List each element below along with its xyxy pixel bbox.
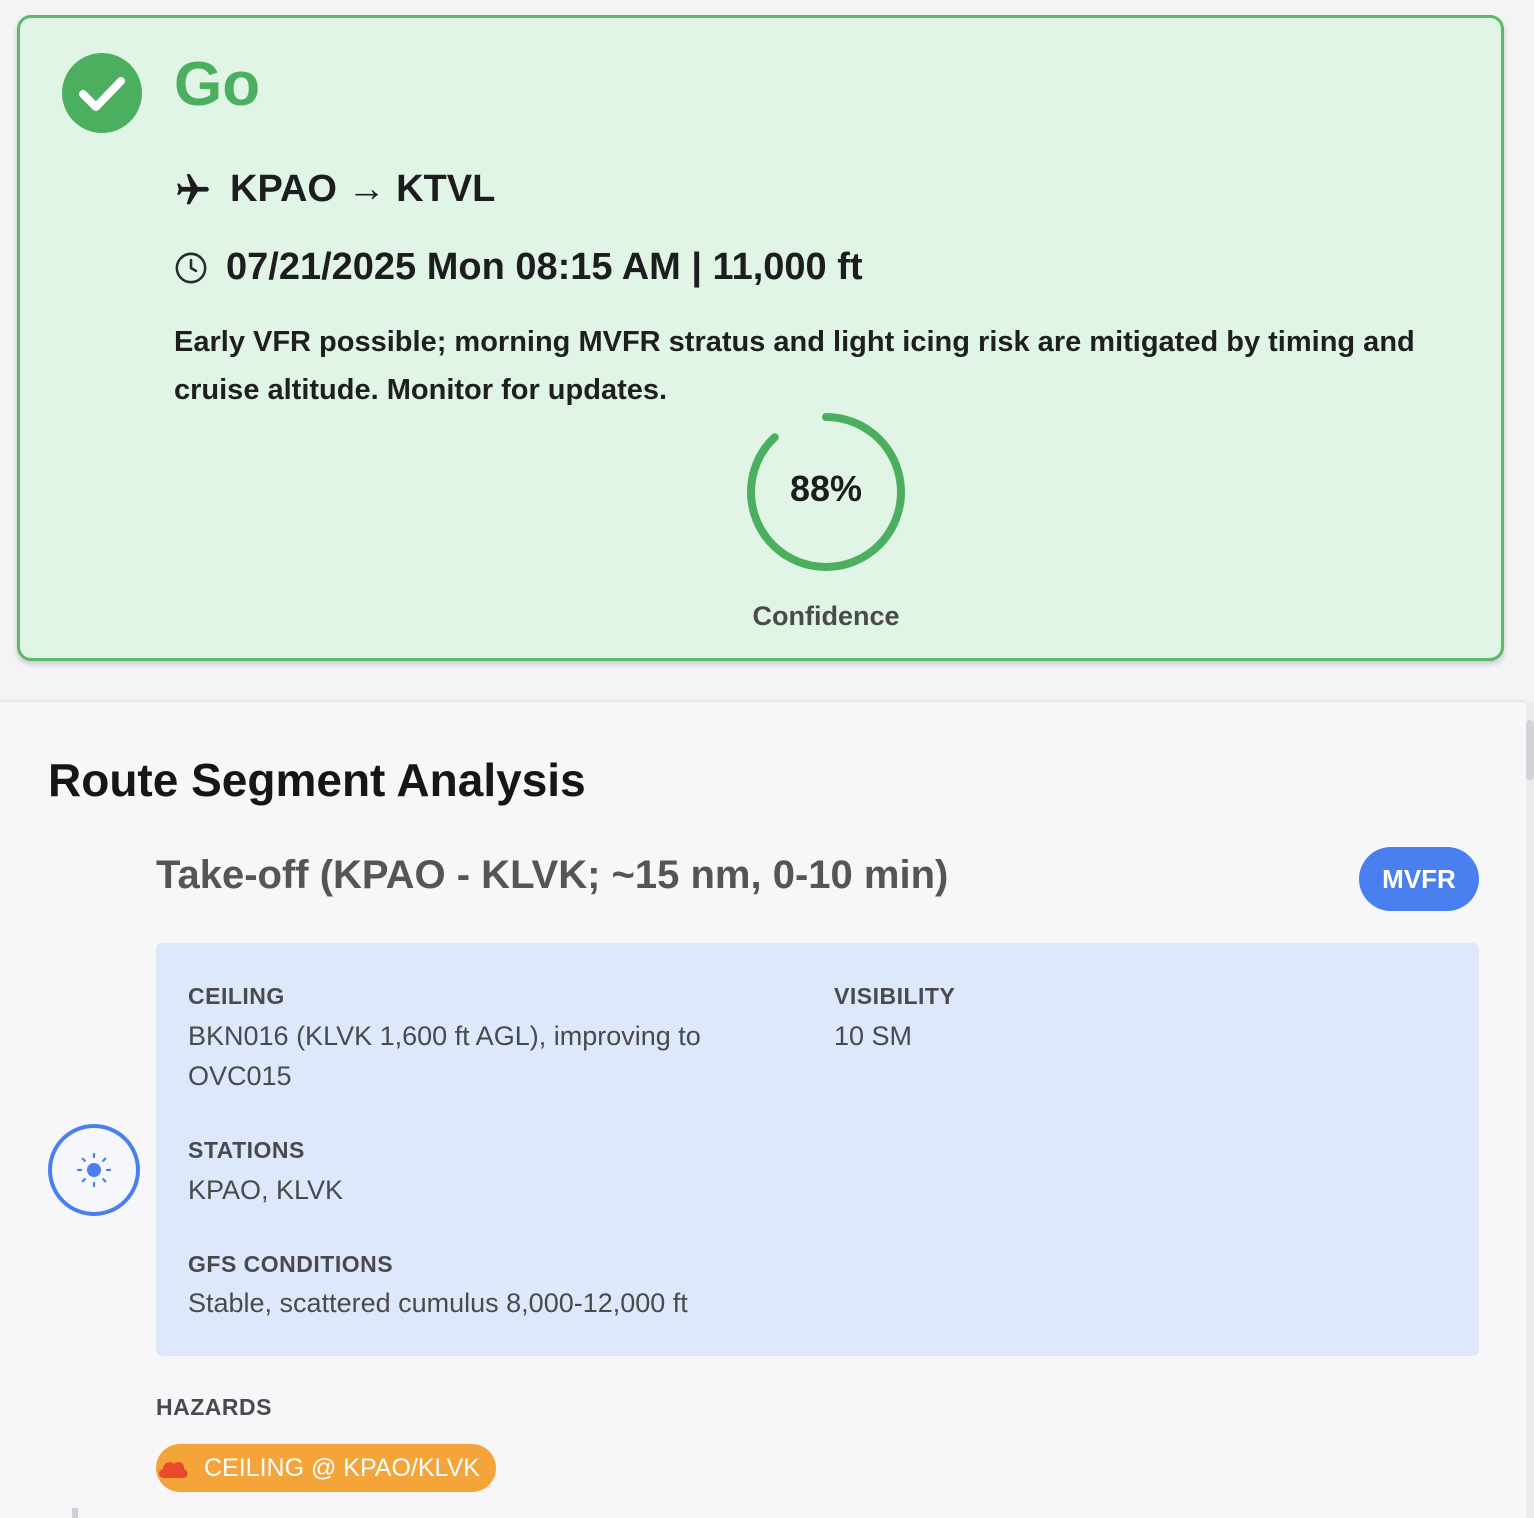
clock-icon	[175, 252, 207, 283]
section-title: Route Segment Analysis	[48, 754, 586, 806]
hazards-label: HAZARDS	[156, 1394, 272, 1420]
visibility-label: VISIBILITY	[834, 983, 956, 1009]
go-decision-card: Go KPAO → KTVL 07/21/2025 Mon 08:15 AM |…	[17, 15, 1504, 661]
route-summary: KPAO → KTVL	[174, 168, 495, 211]
segment-details: CEILING BKN016 (KLVK 1,600 ft AGL), impr…	[156, 943, 1479, 1356]
sun-icon	[76, 1152, 112, 1188]
datetime-altitude-text: 07/21/2025 Mon 08:15 AM | 11,000 ft	[226, 246, 863, 288]
ceiling-label: CEILING	[188, 983, 285, 1009]
departure-time-altitude: 07/21/2025 Mon 08:15 AM | 11,000 ft	[174, 246, 863, 289]
confidence-label: Confidence	[752, 601, 900, 631]
confidence-value: 88%	[789, 468, 863, 509]
decision-summary: Early VFR possible; morning MVFR stratus…	[174, 326, 1415, 406]
segment-timeline-marker	[48, 1124, 140, 1216]
check-circle-icon	[62, 53, 142, 133]
gfs-conditions-value: Stable, scattered cumulus 8,000-12,000 f…	[188, 1288, 688, 1318]
decision-verdict: Go	[174, 50, 261, 119]
ceiling-value: BKN016 (KLVK 1,600 ft AGL), improving to…	[188, 1021, 701, 1091]
stations-value: KPAO, KLVK	[188, 1175, 344, 1205]
route-text: KPAO → KTVL	[230, 168, 496, 210]
cloud-icon	[158, 1461, 188, 1478]
gfs-conditions-label: GFS CONDITIONS	[188, 1251, 394, 1277]
hazard-chip[interactable]: CEILING @ KPAO/KLVK	[156, 1444, 496, 1492]
stations-label: STATIONS	[188, 1137, 305, 1163]
hazard-chip-text: CEILING @ KPAO/KLVK	[204, 1453, 480, 1482]
panel-scrollbar-thumb[interactable]	[1526, 720, 1534, 780]
airplane-icon	[177, 173, 209, 204]
visibility-value: 10 SM	[834, 1021, 913, 1051]
panel-scrollbar[interactable]	[1526, 702, 1534, 1518]
flight-category-badge: MVFR	[1359, 847, 1479, 911]
timeline-connector	[72, 1508, 78, 1518]
segment-title: Take-off (KPAO - KLVK; ~15 nm, 0-10 min)	[156, 853, 949, 897]
